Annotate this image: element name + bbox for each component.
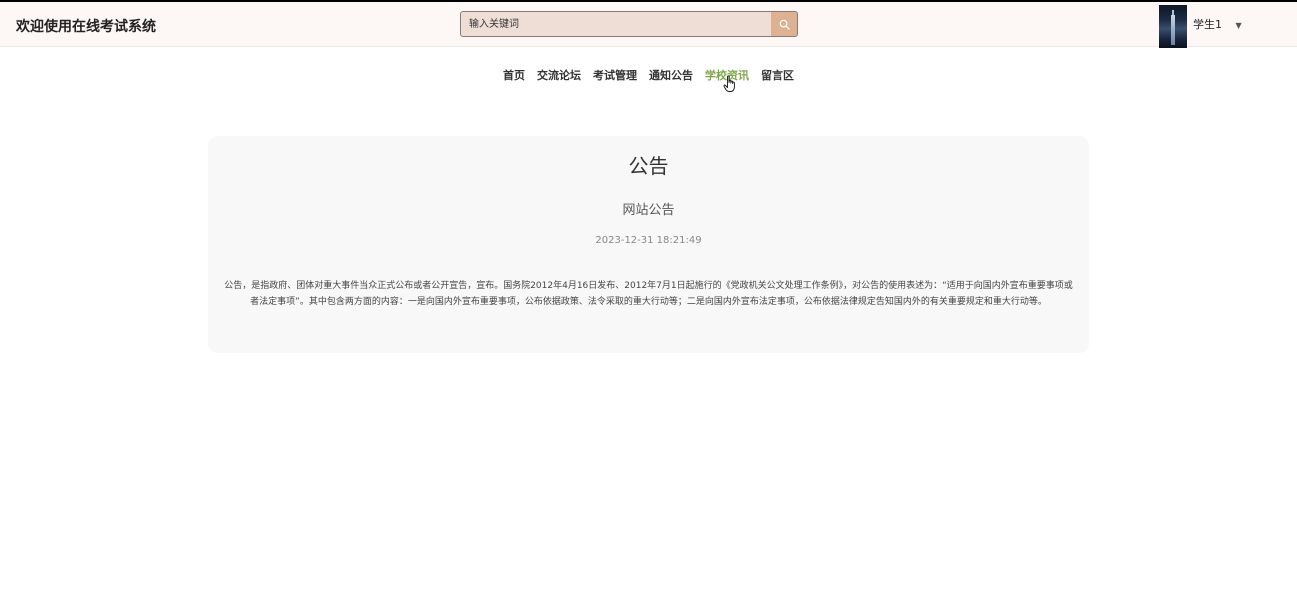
notice-card: 公告 网站公告 2023-12-31 18:21:49 公告，是指政府、团体对重…: [208, 136, 1089, 353]
notice-date: 2023-12-31 18:21:49: [595, 235, 702, 246]
search-button[interactable]: [771, 12, 797, 36]
search-input[interactable]: [461, 12, 773, 36]
nav-item-exam-management[interactable]: 考试管理: [593, 67, 637, 83]
main-nav: 首页 交流论坛 考试管理 通知公告 学校资讯 留言区: [0, 67, 1297, 83]
nav-item-forum[interactable]: 交流论坛: [537, 67, 581, 83]
site-title: 欢迎使用在线考试系统: [16, 19, 156, 35]
notice-subtitle: 网站公告: [622, 203, 675, 218]
header-bar: 欢迎使用在线考试系统 学生1 ▼: [0, 2, 1297, 48]
user-name: 学生1: [1193, 18, 1222, 31]
nav-item-home[interactable]: 首页: [503, 67, 525, 83]
notice-body: 公告，是指政府、团体对重大事件当众正式公布或者公开宣告，宣布。国务院2012年4…: [224, 281, 1073, 307]
avatar[interactable]: [1159, 5, 1187, 48]
nav-item-message-board[interactable]: 留言区: [761, 67, 794, 83]
search-box: [460, 11, 798, 37]
hand-cursor-icon: [723, 75, 735, 92]
notice-heading: 公告: [628, 154, 669, 178]
search-icon: [779, 19, 790, 30]
nav-item-notices[interactable]: 通知公告: [649, 67, 693, 83]
user-menu[interactable]: 学生1 ▼: [1193, 16, 1242, 32]
caret-down-icon: ▼: [1235, 20, 1242, 30]
